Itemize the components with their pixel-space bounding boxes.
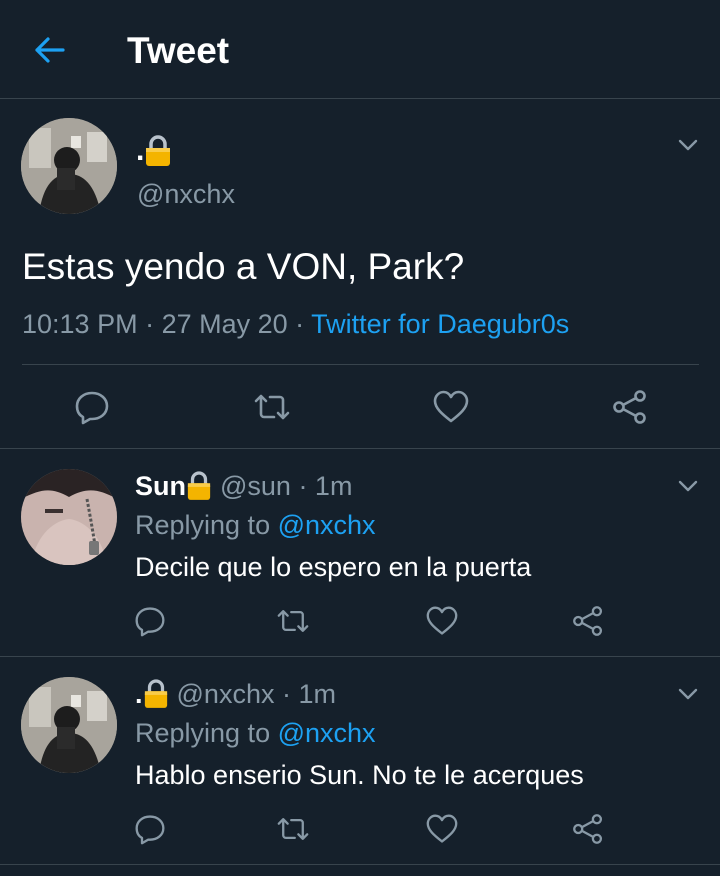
- username-handle[interactable]: @nxchx: [137, 179, 235, 210]
- share-button[interactable]: [568, 809, 608, 849]
- tweet-text: Estas yendo a VON, Park?: [22, 246, 465, 287]
- like-button[interactable]: [422, 809, 462, 849]
- display-name[interactable]: .: [135, 679, 143, 710]
- replying-label: Replying to: [135, 510, 278, 540]
- chevron-down-icon[interactable]: [676, 136, 700, 154]
- arrow-left-icon: [35, 37, 65, 63]
- heart-icon: [426, 606, 458, 635]
- mention-link[interactable]: @nxchx: [278, 718, 376, 748]
- share-icon: [573, 606, 603, 636]
- tweet-text: Decile que lo espero en la puerta: [135, 552, 532, 582]
- tweet-action-bar: [0, 809, 720, 853]
- tweet-text: Hablo enserio Sun. No te le acerques: [135, 760, 584, 790]
- tweet-detail-screen: Tweet . @nxchx Estas yendo a VON, Park? …: [0, 0, 720, 876]
- username-handle[interactable]: @sun · 1m: [220, 471, 352, 502]
- reply-tweet[interactable]: . @nxchx · 1m Replying to @nxchx Hablo e…: [0, 657, 720, 865]
- replying-to: Replying to @nxchx: [135, 510, 376, 541]
- tweet-metadata: 10:13 PM · 27 May 20 · Twitter for Daegu…: [22, 309, 569, 340]
- lock-icon: [146, 135, 171, 166]
- display-name[interactable]: Sun: [135, 471, 186, 502]
- share-button[interactable]: [568, 601, 608, 641]
- retweet-icon: [254, 394, 290, 420]
- divider: [22, 364, 699, 365]
- reply-button[interactable]: [130, 601, 170, 641]
- lock-icon: [144, 679, 167, 708]
- like-button[interactable]: [422, 601, 462, 641]
- tweet-action-bar: [0, 385, 720, 429]
- back-button[interactable]: [30, 32, 68, 68]
- retweet-button[interactable]: [273, 809, 313, 849]
- like-button[interactable]: [429, 385, 473, 429]
- share-icon: [613, 390, 646, 424]
- reply-header: . @nxchx · 1m: [135, 677, 336, 711]
- tweet-time: 10:13 PM: [22, 309, 138, 339]
- avatar-photo: [21, 469, 117, 565]
- tweet-source-link[interactable]: Twitter for Daegubr0s: [311, 309, 569, 339]
- reply-tweet[interactable]: Sun @sun · 1m Replying to @nxchx Decile …: [0, 449, 720, 657]
- top-app-bar: Tweet: [0, 0, 720, 99]
- reply-icon: [75, 391, 109, 425]
- retweet-icon: [277, 610, 309, 632]
- retweet-button[interactable]: [273, 601, 313, 641]
- reply-icon: [135, 607, 165, 637]
- tweet-action-bar: [0, 601, 720, 645]
- heart-icon: [433, 390, 469, 423]
- mention-link[interactable]: @nxchx: [278, 510, 376, 540]
- display-name[interactable]: .: [136, 134, 172, 167]
- tweet-date: 27 May 20: [161, 309, 288, 339]
- reply-header: Sun @sun · 1m: [135, 469, 352, 503]
- avatar-photo: [21, 118, 117, 214]
- avatar[interactable]: [21, 118, 117, 214]
- meta-separator: ·: [287, 309, 312, 339]
- display-name-text: .: [136, 134, 145, 167]
- share-button[interactable]: [608, 385, 652, 429]
- page-title: Tweet: [127, 30, 230, 71]
- avatar-photo: [21, 677, 117, 773]
- retweet-button[interactable]: [250, 385, 294, 429]
- chevron-down-icon[interactable]: [676, 685, 700, 703]
- reply-icon: [135, 815, 165, 845]
- replying-label: Replying to: [135, 718, 278, 748]
- focused-tweet: . @nxchx Estas yendo a VON, Park? 10:13 …: [0, 99, 720, 449]
- share-icon: [573, 814, 603, 844]
- avatar[interactable]: [21, 677, 117, 773]
- replying-to: Replying to @nxchx: [135, 718, 376, 749]
- chevron-down-icon[interactable]: [676, 477, 700, 495]
- meta-separator: ·: [137, 309, 162, 339]
- reply-button[interactable]: [130, 809, 170, 849]
- lock-icon: [187, 471, 211, 500]
- retweet-icon: [277, 818, 309, 840]
- reply-button[interactable]: [70, 385, 114, 429]
- username-handle[interactable]: @nxchx · 1m: [177, 679, 336, 710]
- heart-icon: [426, 814, 458, 843]
- avatar[interactable]: [21, 469, 117, 565]
